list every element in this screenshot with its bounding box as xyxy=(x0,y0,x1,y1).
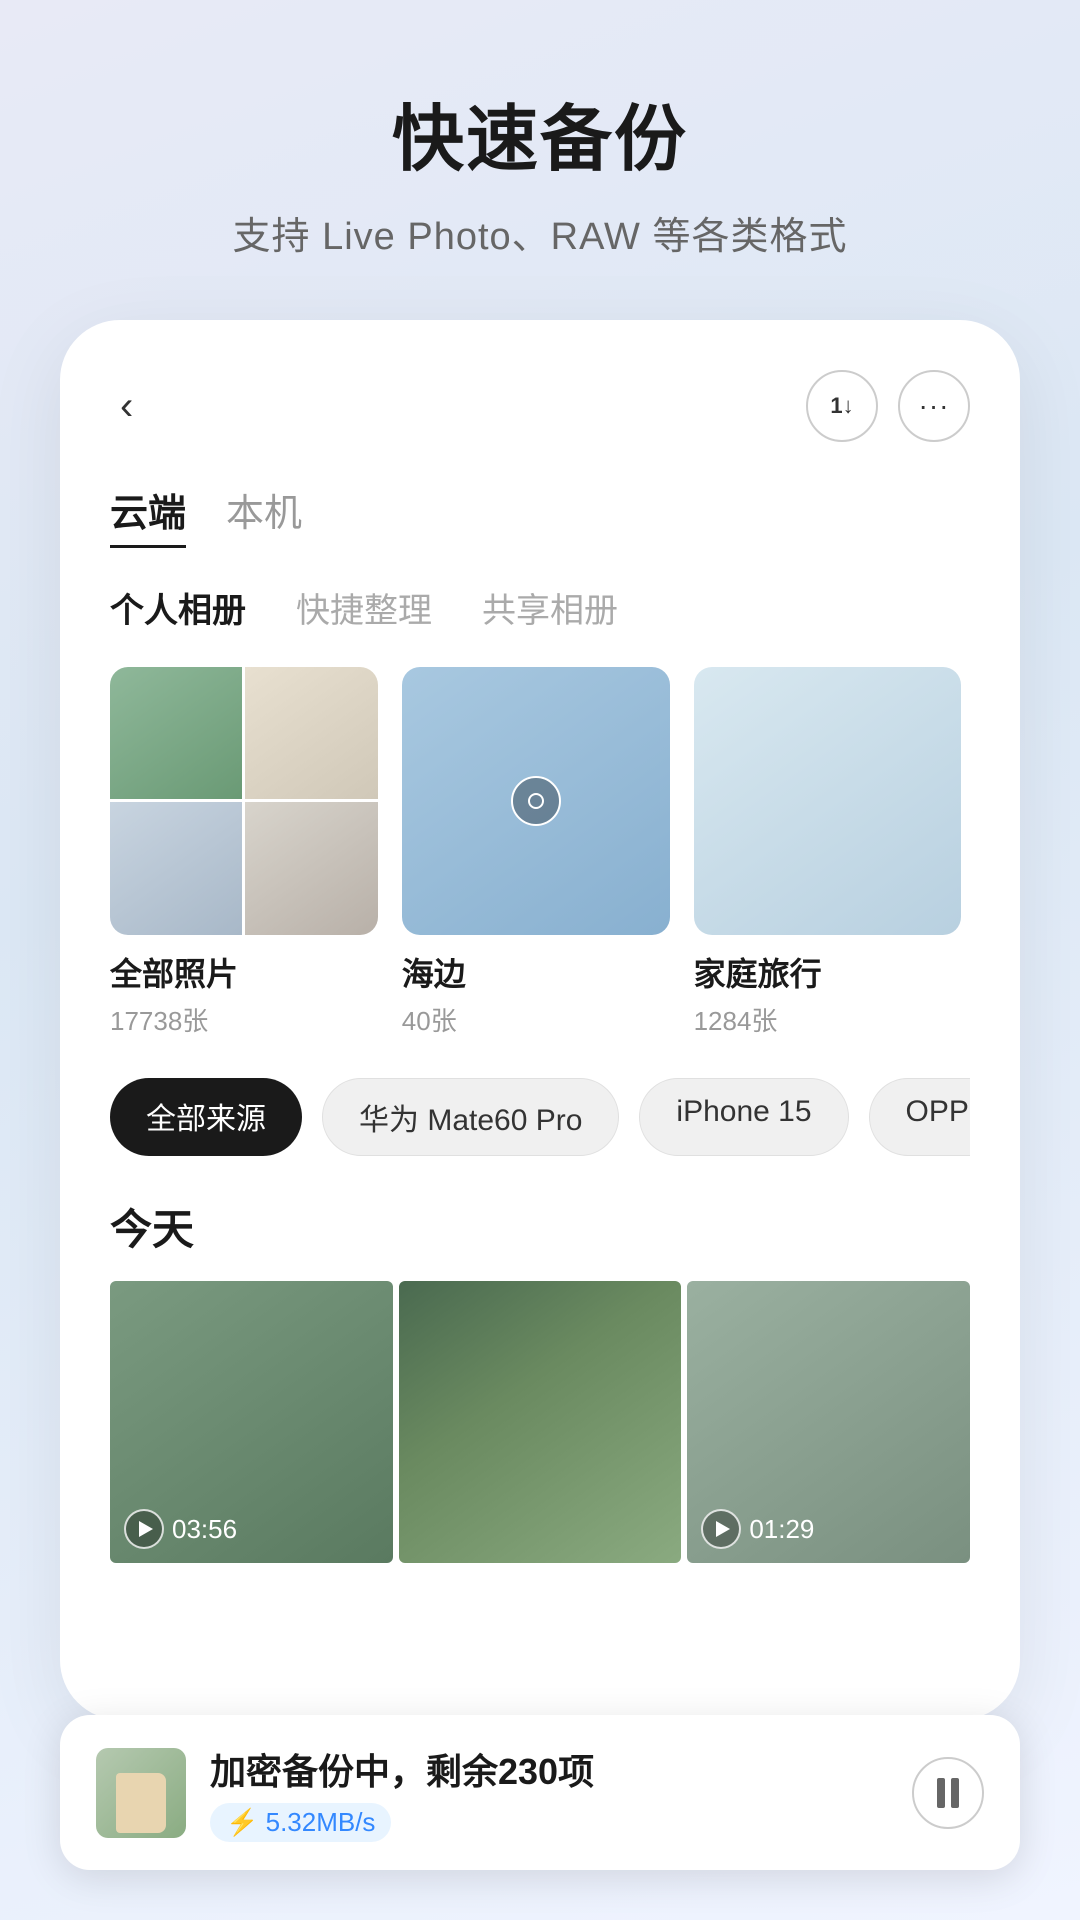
main-tabs: 云端 本机 xyxy=(110,482,970,548)
album-family-count: 1284张 xyxy=(694,1001,962,1038)
play-icon-3 xyxy=(701,1509,741,1549)
video-duration-1: 03:56 xyxy=(172,1514,237,1545)
pause-button[interactable] xyxy=(912,1757,984,1829)
speed-value: 5.32MB/s xyxy=(266,1807,376,1837)
photo-cell-1[interactable]: 03:56 xyxy=(110,1281,393,1564)
more-icon: ··· xyxy=(919,390,950,422)
top-nav: ‹ 1↓ ··· xyxy=(110,370,970,442)
live-icon xyxy=(511,776,561,826)
thumb-cell-4 xyxy=(245,802,377,934)
backup-thumbnail xyxy=(96,1748,186,1838)
chip-iphone[interactable]: iPhone 15 xyxy=(639,1078,848,1156)
subtab-personal[interactable]: 个人相册 xyxy=(110,583,246,632)
book-icon xyxy=(116,1773,166,1833)
tab-local[interactable]: 本机 xyxy=(226,482,302,548)
source-chips: 全部来源 华为 Mate60 Pro iPhone 15 OPPO Reno xyxy=(110,1078,970,1156)
thumb-cell-3 xyxy=(110,802,242,934)
thumb-cell-2 xyxy=(245,667,377,799)
backup-bar: 加密备份中，剩余230项 ⚡ 5.32MB/s xyxy=(60,1715,1020,1870)
backup-info: 加密备份中，剩余230项 ⚡ 5.32MB/s xyxy=(210,1743,888,1842)
album-all-name: 全部照片 xyxy=(110,949,378,995)
nav-actions: 1↓ ··· xyxy=(806,370,970,442)
page-title: 快速备份 xyxy=(60,80,1020,185)
pause-icon xyxy=(937,1778,959,1808)
today-section: 今天 03:56 xyxy=(110,1196,970,1564)
sort-button[interactable]: 1↓ xyxy=(806,370,878,442)
sort-icon: 1↓ xyxy=(830,393,853,419)
photo-cell-3[interactable]: 01:29 xyxy=(687,1281,970,1564)
thumb-cell-1 xyxy=(110,667,242,799)
album-sea[interactable]: 海边 40张 xyxy=(402,667,670,1038)
chip-oppo[interactable]: OPPO Reno xyxy=(869,1078,970,1156)
subtab-quick[interactable]: 快捷整理 xyxy=(296,583,432,632)
today-title: 今天 xyxy=(110,1196,970,1257)
page-background: 快速备份 支持 Live Photo、RAW 等各类格式 ‹ 1↓ ··· 云端… xyxy=(0,0,1080,1720)
play-icon-1 xyxy=(124,1509,164,1549)
video-overlay-1: 03:56 xyxy=(124,1509,237,1549)
tab-cloud[interactable]: 云端 xyxy=(110,482,186,548)
video-overlay-3: 01:29 xyxy=(701,1509,814,1549)
chip-all[interactable]: 全部来源 xyxy=(110,1078,302,1156)
albums-row: 全部照片 17738张 海边 40张 家庭旅行 xyxy=(110,667,970,1038)
album-all-count: 17738张 xyxy=(110,1001,378,1038)
backup-speed: ⚡ 5.32MB/s xyxy=(210,1803,888,1842)
backup-status: 加密备份中，剩余230项 xyxy=(210,1743,888,1795)
subtab-shared[interactable]: 共享相册 xyxy=(482,583,618,632)
album-all-thumb xyxy=(110,667,378,935)
page-subtitle: 支持 Live Photo、RAW 等各类格式 xyxy=(60,205,1020,260)
phone-card: ‹ 1↓ ··· 云端 本机 个人相册 快捷整理 共享相册 xyxy=(60,320,1020,1720)
album-all-photos[interactable]: 全部照片 17738张 xyxy=(110,667,378,1038)
page-header: 快速备份 支持 Live Photo、RAW 等各类格式 xyxy=(0,0,1080,300)
album-family[interactable]: 家庭旅行 1284张 xyxy=(694,667,962,1038)
video-duration-3: 01:29 xyxy=(749,1514,814,1545)
album-sea-thumb xyxy=(402,667,670,935)
sub-tabs: 个人相册 快捷整理 共享相册 xyxy=(110,583,970,632)
photo-cell-2[interactable] xyxy=(399,1281,682,1564)
album-family-name: 家庭旅行 xyxy=(694,949,962,995)
album-sea-name: 海边 xyxy=(402,949,670,995)
photo-grid: 03:56 01:29 xyxy=(110,1281,970,1564)
album-sea-count: 40张 xyxy=(402,1001,670,1038)
more-button[interactable]: ··· xyxy=(898,370,970,442)
album-family-thumb xyxy=(694,667,962,935)
speed-badge: ⚡ 5.32MB/s xyxy=(210,1803,391,1842)
lightning-icon: ⚡ xyxy=(226,1807,258,1837)
back-button[interactable]: ‹ xyxy=(110,374,143,439)
chip-huawei[interactable]: 华为 Mate60 Pro xyxy=(322,1078,619,1156)
